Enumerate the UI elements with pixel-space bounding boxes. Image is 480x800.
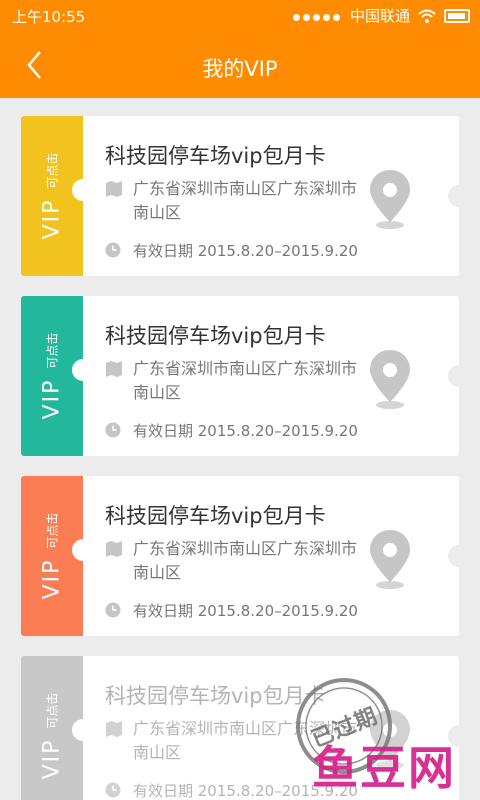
location-pin-icon	[370, 350, 410, 409]
location-pin-icon	[370, 170, 410, 229]
clock-icon	[105, 602, 121, 618]
stub-label: VIP 可点击	[40, 306, 65, 446]
vip-card[interactable]: VIP 可点击 科技园停车场vip包月卡 广东省深圳市南山区广东深圳市南山区 有效…	[21, 296, 459, 456]
card-title: 科技园停车场vip包月卡	[105, 504, 326, 528]
card-title: 科技园停车场vip包月卡	[105, 144, 326, 168]
status-time: 上午10:55	[12, 8, 86, 26]
stub-notch	[72, 359, 94, 381]
card-validity: 有效日期 2015.8.20–2015.9.20	[133, 422, 358, 440]
status-right: 中国联通	[292, 5, 470, 26]
status-bar: 上午10:55 中国联通	[0, 0, 480, 32]
map-icon	[106, 361, 122, 377]
card-address: 广东省深圳市南山区广东深圳市南山区	[133, 179, 358, 222]
clock-icon	[105, 782, 121, 798]
clock-icon	[105, 242, 121, 258]
stub-notch	[72, 179, 94, 201]
stub-notch	[72, 539, 94, 561]
map-icon	[106, 541, 122, 557]
card-validity: 有效日期 2015.8.20–2015.9.20	[133, 242, 358, 260]
card-address: 广东省深圳市南山区广东深圳市南山区	[133, 539, 358, 582]
click-hint: 可点击	[45, 152, 59, 189]
click-hint: 可点击	[45, 332, 59, 369]
card-address: 广东省深圳市南山区广东深圳市南山区	[133, 359, 358, 402]
card-title: 科技园停车场vip包月卡	[105, 324, 326, 348]
app-bar: 我的VIP	[0, 32, 480, 98]
carrier-name: 中国联通	[349, 7, 410, 25]
card-body: 科技园停车场vip包月卡 广东省深圳市南山区广东深圳市南山区 有效日期 2015…	[99, 116, 459, 276]
location-pin-icon	[370, 530, 410, 589]
vip-card-list[interactable]: VIP 可点击 科技园停车场vip包月卡 广东省深圳市南山区广东深圳市南山区 有效…	[0, 98, 480, 800]
click-hint: 可点击	[45, 512, 59, 549]
page-title: 我的VIP	[202, 57, 278, 81]
vip-label: VIP	[39, 198, 65, 240]
clock-icon	[105, 422, 121, 438]
stub-notch	[72, 719, 94, 741]
wifi-icon	[418, 9, 436, 23]
watermark: 鱼豆网	[312, 741, 456, 795]
stub-label: VIP 可点击	[40, 486, 65, 626]
vip-label: VIP	[39, 558, 65, 600]
vip-label: VIP	[39, 378, 65, 420]
signal-dots-icon	[292, 7, 343, 25]
stub-label: VIP 可点击	[40, 666, 65, 800]
card-body: 科技园停车场vip包月卡 广东省深圳市南山区广东深圳市南山区 有效日期 2015…	[99, 476, 459, 636]
vip-card[interactable]: VIP 可点击 科技园停车场vip包月卡 广东省深圳市南山区广东深圳市南山区 有效…	[21, 476, 459, 636]
map-icon	[106, 181, 122, 197]
battery-icon	[444, 8, 470, 23]
vip-card[interactable]: VIP 可点击 科技园停车场vip包月卡 广东省深圳市南山区广东深圳市南山区 有效…	[21, 116, 459, 276]
map-icon	[106, 721, 122, 737]
card-body: 科技园停车场vip包月卡 广东省深圳市南山区广东深圳市南山区 有效日期 2015…	[99, 296, 459, 456]
stub-label: VIP 可点击	[40, 126, 65, 266]
click-hint: 可点击	[45, 692, 59, 729]
vip-label: VIP	[39, 738, 65, 780]
card-validity: 有效日期 2015.8.20–2015.9.20	[133, 602, 358, 620]
